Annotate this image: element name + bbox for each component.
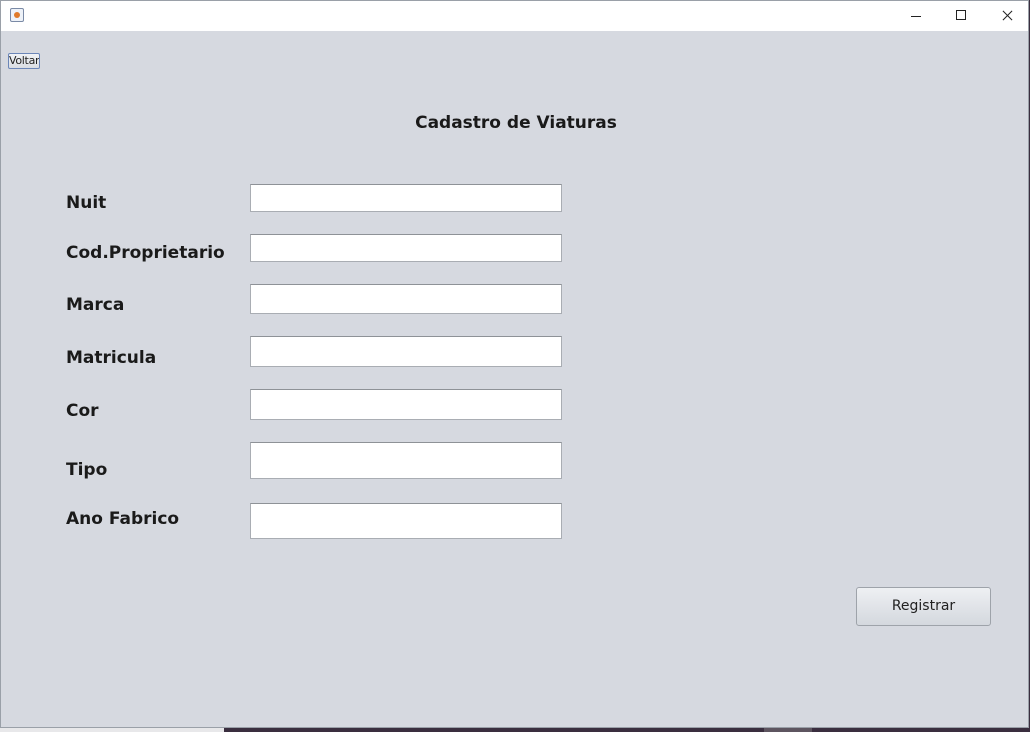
nuit-field[interactable] (250, 184, 562, 212)
matricula-field[interactable] (250, 336, 562, 367)
minimize-icon[interactable] (893, 1, 939, 31)
java-app-icon (10, 8, 24, 22)
cor-field[interactable] (250, 389, 562, 420)
back-button[interactable]: Voltar (8, 53, 40, 69)
label-marca: Marca (66, 295, 125, 315)
label-nuit: Nuit (66, 193, 107, 213)
app-window: Voltar Cadastro de Viaturas Nuit Cod.Pro… (0, 0, 1029, 728)
ano-fabrico-field[interactable] (250, 503, 562, 539)
cod-proprietario-field[interactable] (250, 234, 562, 262)
tipo-field[interactable] (250, 442, 562, 479)
label-tipo: Tipo (66, 460, 108, 480)
registrar-button[interactable]: Registrar (856, 587, 991, 626)
label-matricula: Matricula (66, 348, 157, 368)
close-icon[interactable] (984, 1, 1030, 31)
maximize-icon[interactable] (938, 1, 984, 31)
label-cod-proprietario: Cod.Proprietario (66, 243, 225, 263)
title-bar (1, 1, 1028, 31)
label-cor: Cor (66, 401, 99, 421)
taskbar-edge-light (0, 728, 224, 732)
page-title: Cadastro de Viaturas (415, 113, 617, 133)
label-ano-fabrico: Ano Fabrico (66, 509, 180, 529)
marca-field[interactable] (250, 284, 562, 314)
taskbar-edge-mid (764, 728, 812, 732)
